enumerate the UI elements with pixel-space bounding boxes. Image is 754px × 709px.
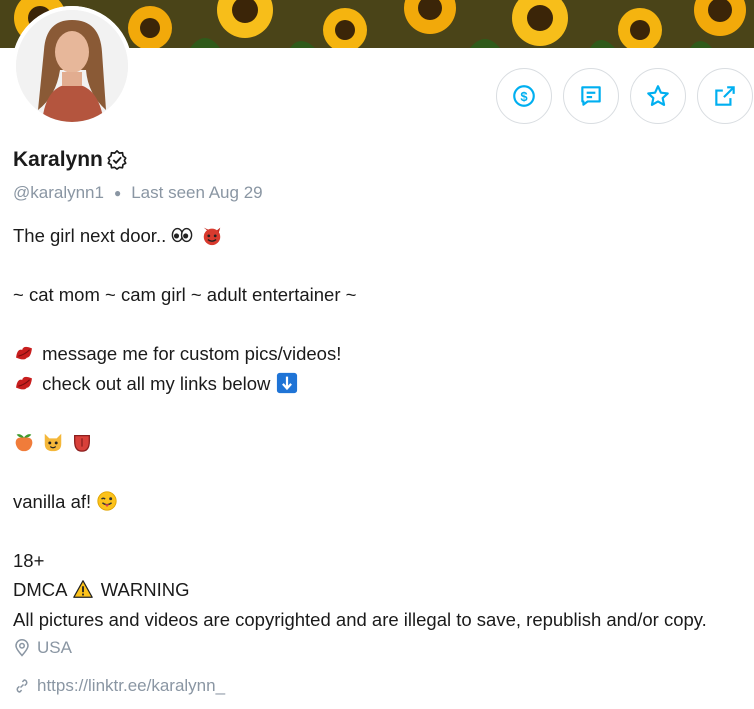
username: @karalynn1	[13, 183, 104, 202]
profile-bio: The girl next door.. ~ cat mom ~ cam gir…	[13, 221, 753, 634]
handle-row: @karalynn1 ● Last seen Aug 29	[13, 183, 263, 203]
bio-line: message me for custom pics/videos!	[13, 339, 753, 369]
location-text: USA	[37, 638, 72, 657]
message-icon	[581, 86, 601, 106]
bio-text: message me for custom pics/videos!	[42, 343, 342, 364]
devil-emoji-icon	[203, 227, 220, 246]
last-seen-status: Last seen Aug 29	[131, 183, 263, 202]
profile-name: Karalynn	[13, 148, 103, 171]
bio-text: ~ cat mom ~ cam girl ~ adult entertainer…	[13, 284, 357, 305]
bio-text: The girl next door..	[13, 225, 167, 246]
location-pin-icon	[15, 639, 29, 657]
website-link[interactable]: https://linktr.ee/karalynn_	[37, 676, 225, 696]
dollar-circle-icon: $	[513, 85, 535, 107]
warning-icon	[72, 580, 93, 598]
eyes-emoji-icon	[172, 227, 193, 243]
link-icon	[16, 679, 28, 693]
separator-dot: ●	[113, 186, 122, 200]
tip-button[interactable]: $	[496, 68, 552, 124]
profile-name-row: Karalynn	[13, 148, 128, 172]
lips-emoji-icon	[16, 376, 32, 389]
location-row: USA	[13, 638, 72, 658]
winking-tongue-emoji-icon	[97, 490, 117, 511]
bio-line: ~ cat mom ~ cam girl ~ adult entertainer…	[13, 280, 753, 310]
avatar-wrapper	[12, 6, 132, 126]
svg-text:$: $	[520, 89, 528, 104]
peach-emoji-icon	[15, 433, 33, 451]
down-arrow-emoji-icon	[276, 372, 297, 393]
bio-line: 18+	[13, 546, 753, 576]
share-icon	[715, 86, 735, 106]
bio-text: All pictures and videos are copyrighted …	[13, 608, 707, 630]
bio-line: All pictures and videos are copyrighted …	[13, 605, 753, 635]
lips-emoji-icon	[16, 346, 32, 360]
bio-line: The girl next door..	[13, 221, 753, 251]
share-button[interactable]	[697, 68, 753, 124]
profile-actions: $	[496, 68, 753, 124]
tongue-emoji-icon	[74, 434, 91, 452]
bio-line: vanilla af!	[13, 487, 753, 517]
message-button[interactable]	[563, 68, 619, 124]
cat-emoji-icon	[44, 433, 62, 451]
bio-text: vanilla af!	[13, 490, 92, 512]
star-icon	[647, 85, 669, 106]
bio-line: DMCA WARNING	[13, 575, 753, 605]
verified-badge-icon	[107, 150, 127, 170]
avatar[interactable]	[12, 6, 132, 126]
bio-text: WARNING	[100, 579, 190, 600]
bio-line: check out all my links below	[13, 369, 753, 399]
bio-text: DMCA	[13, 579, 67, 600]
website-row: https://linktr.ee/karalynn_	[13, 676, 225, 696]
bio-text: 18+	[13, 549, 45, 571]
bio-text: check out all my links below	[42, 372, 271, 394]
favorite-button[interactable]	[630, 68, 686, 124]
bio-line	[13, 428, 753, 458]
